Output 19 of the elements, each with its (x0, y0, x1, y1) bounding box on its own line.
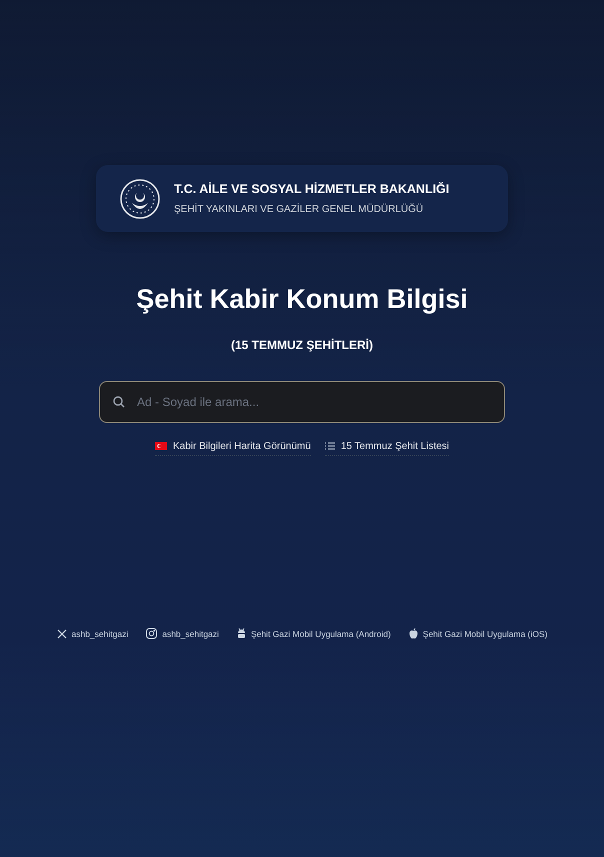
footer-link[interactable]: ashb_sehitgazi (146, 628, 219, 640)
list-icon (324, 442, 335, 450)
x-logo-icon (56, 628, 66, 639)
page-subtitle: (15 TEMMUZ ŞEHİTLERİ) (230, 336, 373, 354)
ministry-subtitle: ŞEHİT YAKINLARI VE GAZİLER GENEL MÜDÜRLÜĞÜ (174, 202, 424, 217)
footer-link[interactable]: Şehit Gazi Mobil Uygulama (iOS) (408, 628, 548, 640)
nav-link[interactable]: Kabir Bilgileri Harita Görünümü (154, 438, 311, 456)
apple-icon (408, 628, 418, 640)
nav-link[interactable]: 15 Temmuz Şehit Listesi (324, 438, 450, 456)
search-field[interactable]: Ad - Soyad ile arama... (99, 380, 505, 422)
footer-link[interactable]: Şehit Gazi Mobil Uygulama (Android) (236, 628, 391, 640)
flag-icon (154, 442, 167, 450)
ministry-title: T.C. AİLE VE SOSYAL HİZMETLER BAKANLIĞI (174, 181, 450, 198)
search-icon (113, 396, 125, 408)
page-title: Şehit Kabir Konum Bilgisi (136, 283, 468, 316)
android-icon (236, 628, 246, 640)
emblem-icon (120, 178, 160, 218)
footer-link[interactable]: ashb_sehitgazi (56, 628, 128, 640)
instagram-icon (146, 628, 158, 640)
